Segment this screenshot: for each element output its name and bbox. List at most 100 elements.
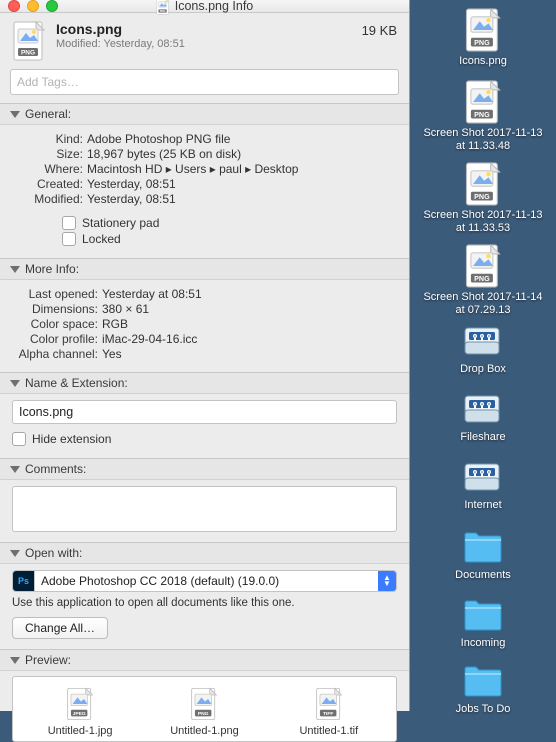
section-title: More Info: (25, 262, 79, 276)
dropdown-arrows-icon: ▲▼ (378, 571, 396, 591)
tags-field[interactable]: Add Tags… (10, 69, 399, 95)
filename-input[interactable] (12, 400, 397, 424)
section-name-ext-header[interactable]: Name & Extension: (0, 372, 409, 394)
photoshop-app-icon: Ps (13, 571, 35, 591)
hide-extension-label: Hide extension (32, 432, 111, 446)
file-icon: JPEG (66, 687, 94, 721)
desktop-item[interactable]: Incoming (418, 594, 548, 650)
svg-text:TIFF: TIFF (323, 711, 333, 717)
locked-label: Locked (82, 232, 121, 246)
desktop-item[interactable]: Screen Shot 2017-11-13 at 11.33.53 (418, 162, 548, 235)
section-title: General: (25, 107, 71, 121)
desktop-item[interactable]: Documents (418, 526, 548, 582)
file-modified-heading: Modified: Yesterday, 08:51 (56, 38, 352, 50)
desktop-item-label: Internet (464, 499, 501, 512)
desktop-item[interactable]: Fileshare (418, 390, 548, 444)
desktop-item-label: Screen Shot 2017-11-14 at 07.29.13 (418, 291, 548, 317)
desktop-item-label: Drop Box (460, 363, 506, 376)
hide-extension-checkbox[interactable] (12, 432, 26, 446)
value-modified: Yesterday, 08:51 (87, 192, 397, 206)
png-file-icon (464, 8, 502, 52)
desktop-item-label: Icons.png (459, 55, 507, 68)
value-dimensions: 380 × 61 (102, 302, 397, 316)
desktop-item[interactable]: Jobs To Do (418, 660, 548, 716)
desktop-item-label: Screen Shot 2017-11-13 at 11.33.48 (418, 127, 548, 153)
section-general-body: Kind:Adobe Photoshop PNG file Size:18,96… (0, 125, 409, 258)
png-file-icon (464, 244, 502, 288)
desktop-area: Icons.png Screen Shot 2017-11-13 at 11.33… (410, 0, 556, 711)
desktop-item[interactable]: Drop Box (418, 322, 548, 376)
folder-icon (461, 594, 505, 634)
label-modified: Modified: (12, 192, 87, 206)
file-size-heading: 19 KB (362, 21, 397, 38)
preview-thumb[interactable]: TIFF Untitled-1.tif (271, 687, 386, 737)
preview-thumb-label: Untitled-1.tif (299, 725, 358, 737)
open-with-dropdown[interactable]: Ps Adobe Photoshop CC 2018 (default) (19… (12, 570, 397, 592)
label-dimensions: Dimensions: (12, 302, 102, 316)
preview-area: JPEG Untitled-1.jpg PNG Untitled-1.png T… (12, 676, 397, 742)
desktop-item[interactable]: Icons.png (418, 8, 548, 68)
section-more-info-header[interactable]: More Info: (0, 258, 409, 280)
file-icon (12, 21, 46, 61)
title-file-icon (156, 0, 170, 15)
disclosure-icon (10, 266, 20, 273)
stationery-label: Stationery pad (82, 216, 159, 230)
disclosure-icon (10, 550, 20, 557)
svg-text:PNG: PNG (198, 711, 209, 717)
desktop-item-label: Jobs To Do (456, 703, 511, 716)
section-title: Open with: (25, 546, 82, 560)
network-drive-icon (461, 322, 505, 360)
png-file-icon (464, 80, 502, 124)
section-name-ext-body: Hide extension (0, 394, 409, 458)
value-size: 18,967 bytes (25 KB on disk) (87, 147, 397, 161)
section-comments-header[interactable]: Comments: (0, 458, 409, 480)
folder-icon (461, 660, 505, 700)
disclosure-icon (10, 466, 20, 473)
value-last-opened: Yesterday at 08:51 (102, 287, 397, 301)
preview-thumb-label: Untitled-1.jpg (48, 725, 113, 737)
label-size: Size: (12, 147, 87, 161)
stationery-checkbox[interactable] (62, 216, 76, 230)
desktop-item-label: Documents (455, 569, 511, 582)
locked-checkbox[interactable] (62, 232, 76, 246)
change-all-button[interactable]: Change All… (12, 617, 108, 639)
close-button[interactable] (8, 0, 20, 12)
window-title: Icons.png Info (175, 0, 254, 13)
desktop-item-label: Incoming (461, 637, 506, 650)
desktop-item[interactable]: Screen Shot 2017-11-13 at 11.33.48 (418, 80, 548, 153)
desktop-item[interactable]: Screen Shot 2017-11-14 at 07.29.13 (418, 244, 548, 317)
disclosure-icon (10, 380, 20, 387)
value-color-space: RGB (102, 317, 397, 331)
section-preview-header[interactable]: Preview: (0, 649, 409, 671)
section-more-info-body: Last opened:Yesterday at 08:51 Dimension… (0, 280, 409, 372)
minimize-button[interactable] (27, 0, 39, 12)
value-alpha: Yes (102, 347, 397, 361)
file-header: Icons.png Modified: Yesterday, 08:51 19 … (0, 13, 409, 67)
section-open-with-header[interactable]: Open with: (0, 542, 409, 564)
label-created: Created: (12, 177, 87, 191)
titlebar[interactable]: Icons.png Info (0, 0, 409, 13)
window-controls (8, 0, 58, 12)
desktop-item-label: Fileshare (460, 431, 505, 444)
preview-thumb[interactable]: JPEG Untitled-1.jpg (23, 687, 138, 737)
section-general-header[interactable]: General: (0, 103, 409, 125)
section-open-with-body: Ps Adobe Photoshop CC 2018 (default) (19… (0, 564, 409, 649)
tags-placeholder: Add Tags… (17, 75, 79, 89)
zoom-button[interactable] (46, 0, 58, 12)
label-color-profile: Color profile: (12, 332, 102, 346)
comments-textarea[interactable] (12, 486, 397, 532)
network-drive-icon (461, 458, 505, 496)
disclosure-icon (10, 111, 20, 118)
file-icon: PNG (190, 687, 218, 721)
value-kind: Adobe Photoshop PNG file (87, 132, 397, 146)
folder-icon (461, 526, 505, 566)
label-where: Where: (12, 162, 87, 176)
png-file-icon (464, 162, 502, 206)
value-created: Yesterday, 08:51 (87, 177, 397, 191)
section-title: Preview: (25, 653, 71, 667)
preview-thumb-label: Untitled-1.png (170, 725, 239, 737)
open-with-hint: Use this application to open all documen… (12, 597, 397, 609)
desktop-item[interactable]: Internet (418, 458, 548, 512)
value-color-profile: iMac-29-04-16.icc (102, 332, 397, 346)
preview-thumb[interactable]: PNG Untitled-1.png (147, 687, 262, 737)
